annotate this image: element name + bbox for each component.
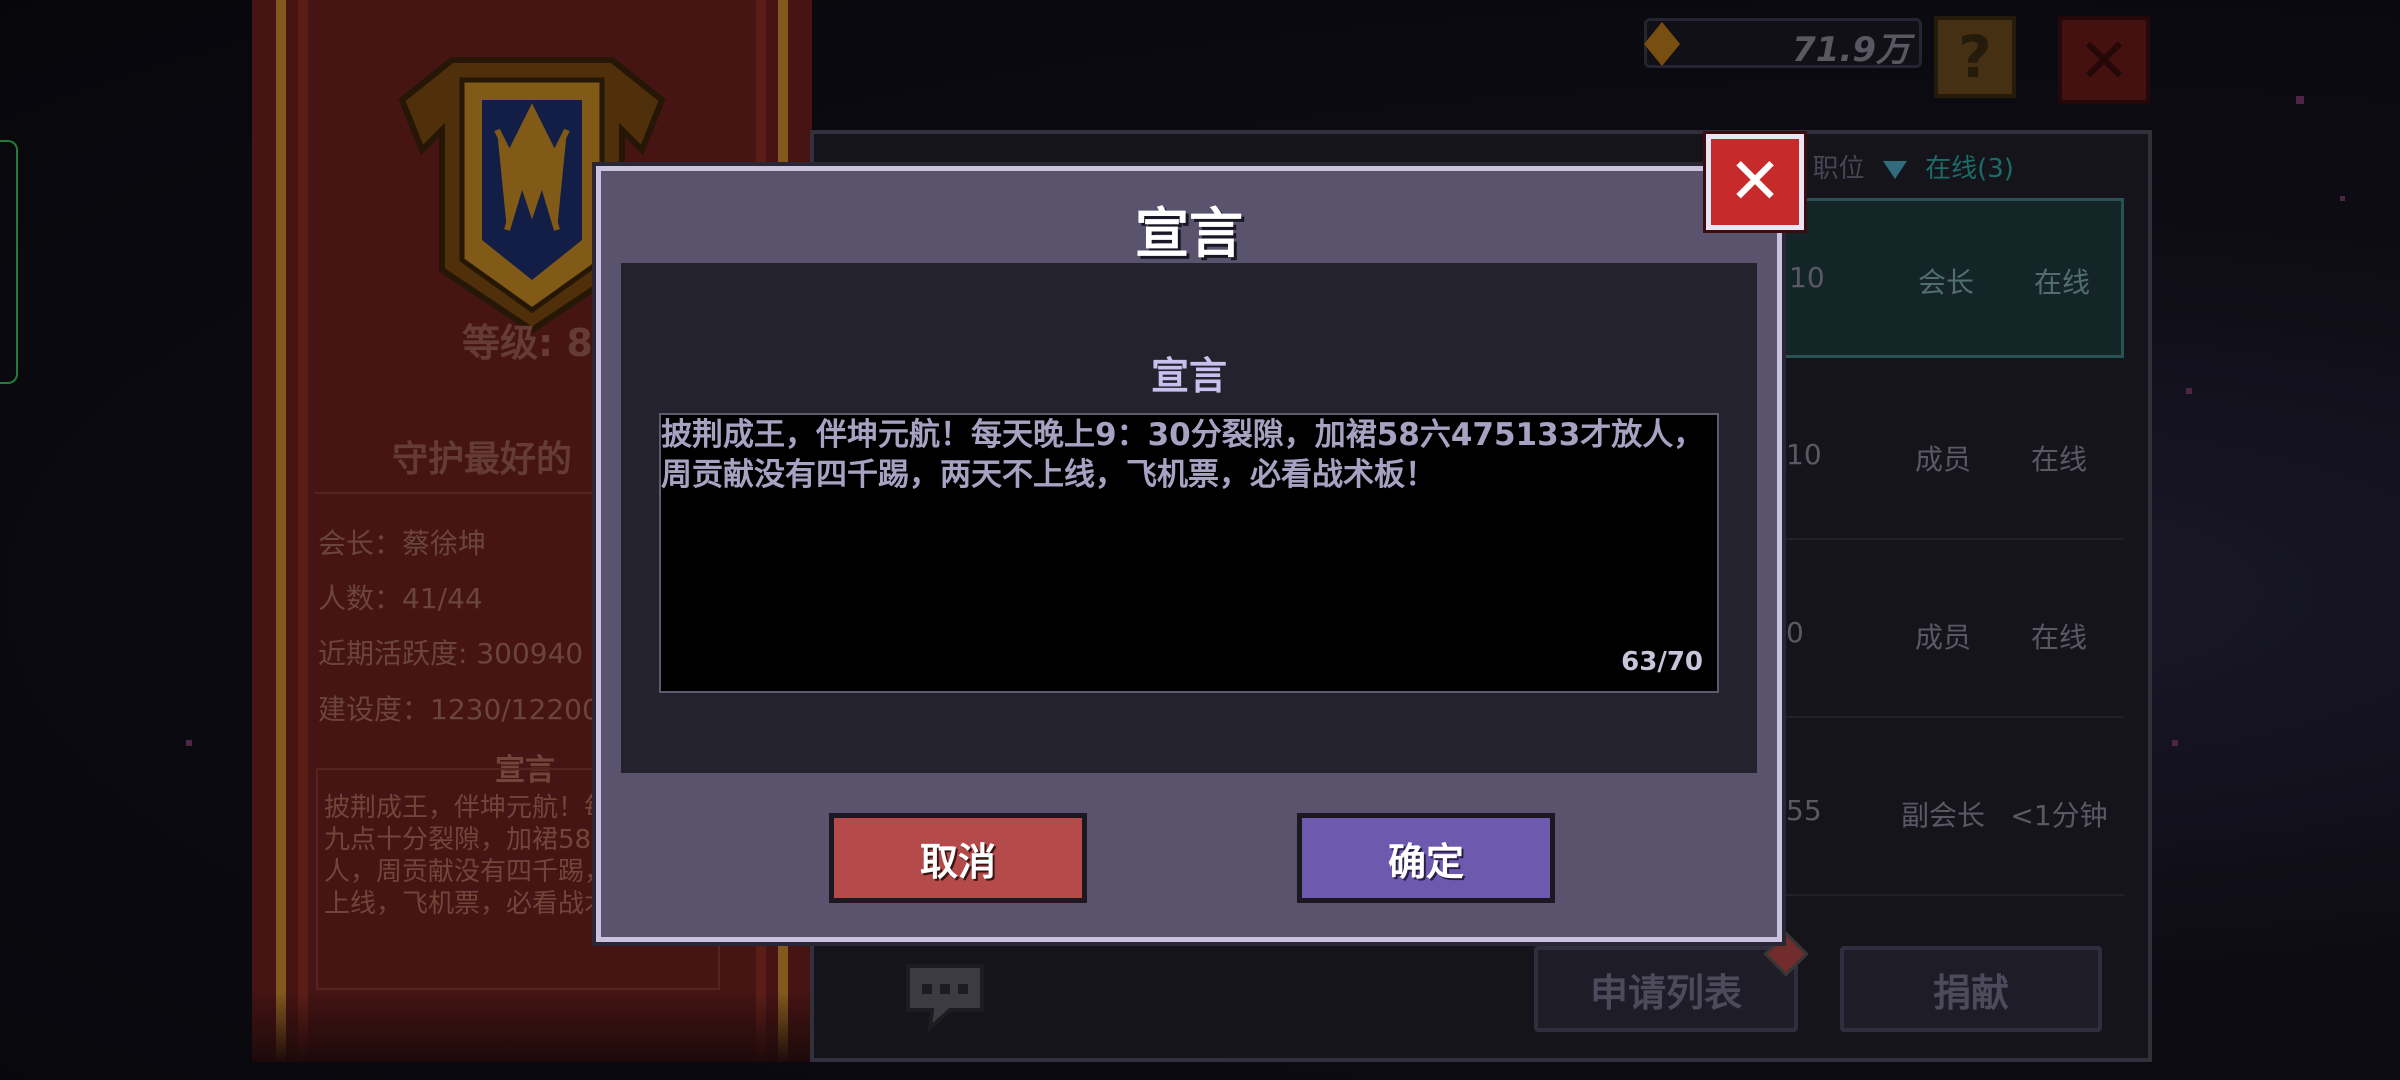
declaration-input-value: 披荆成王，伴坤元航！每天晚上9：30分裂隙，加裙58六475133才放人，周贡献…	[661, 417, 1705, 493]
input-label: 宣言	[1150, 354, 1227, 398]
confirm-button[interactable]: 确定	[1297, 813, 1555, 903]
declaration-input[interactable]: 披荆成王，伴坤元航！每天晚上9：30分裂隙，加裙58六475133才放人，周贡献…	[659, 413, 1719, 693]
char-counter: 63/70	[1621, 647, 1703, 677]
close-icon: ✕	[1728, 145, 1782, 219]
cancel-button[interactable]: 取消	[829, 813, 1087, 903]
declaration-dialog: 宣言 宣言 披荆成王，伴坤元航！每天晚上9：30分裂隙，加裙58六475133才…	[596, 166, 1782, 942]
dialog-content: 宣言 披荆成王，伴坤元航！每天晚上9：30分裂隙，加裙58六475133才放人，…	[621, 263, 1757, 773]
dialog-title: 宣言	[1135, 202, 1243, 265]
dialog-close-button[interactable]: ✕	[1706, 134, 1804, 230]
